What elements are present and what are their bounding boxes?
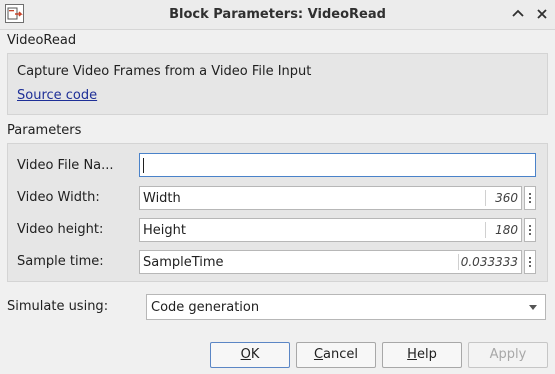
simulate-using-label: Simulate using: — [7, 299, 109, 314]
block-name-heading: VideoRead — [7, 33, 77, 48]
text-caret — [143, 158, 144, 173]
video-file-name-label: Video File Na... — [17, 158, 114, 173]
video-height-evaluated: 180 — [495, 223, 518, 237]
video-width-evaluated: 360 — [495, 191, 518, 205]
video-width-value: Width — [143, 191, 181, 206]
title-bar: Block Parameters: VideoRead — [0, 0, 555, 30]
video-height-input[interactable]: Height 180 — [139, 218, 522, 242]
close-icon[interactable] — [534, 6, 550, 22]
more-options-icon[interactable] — [524, 218, 536, 242]
chevron-up-icon[interactable] — [510, 6, 526, 22]
video-height-value: Height — [143, 223, 186, 238]
window-title: Block Parameters: VideoRead — [169, 7, 386, 22]
apply-button[interactable]: Apply — [468, 342, 548, 368]
source-code-link[interactable]: Source code — [17, 88, 97, 103]
video-width-label: Video Width: — [17, 190, 100, 205]
description-panel: Capture Video Frames from a Video File I… — [7, 53, 548, 115]
simulate-using-select[interactable]: Code generation — [146, 294, 546, 320]
block-description: Capture Video Frames from a Video File I… — [17, 64, 312, 79]
chevron-down-icon — [529, 305, 537, 310]
more-options-icon[interactable] — [524, 250, 536, 274]
simulate-using-value: Code generation — [151, 300, 260, 315]
field-divider — [485, 222, 486, 238]
sample-time-value: SampleTime — [143, 255, 224, 270]
video-width-input[interactable]: Width 360 — [139, 186, 522, 210]
sample-time-evaluated: 0.033333 — [460, 255, 518, 269]
field-divider — [458, 254, 459, 270]
more-options-icon[interactable] — [524, 186, 536, 210]
ok-button[interactable]: OK — [210, 342, 290, 368]
field-divider — [485, 190, 486, 206]
help-button[interactable]: Help — [382, 342, 462, 368]
cancel-button[interactable]: Cancel — [296, 342, 376, 368]
video-height-label: Video height: — [17, 222, 104, 237]
sample-time-input[interactable]: SampleTime 0.033333 — [139, 250, 522, 274]
video-file-name-input[interactable] — [139, 153, 536, 177]
sample-time-label: Sample time: — [17, 254, 104, 269]
parameters-heading: Parameters — [7, 123, 82, 138]
